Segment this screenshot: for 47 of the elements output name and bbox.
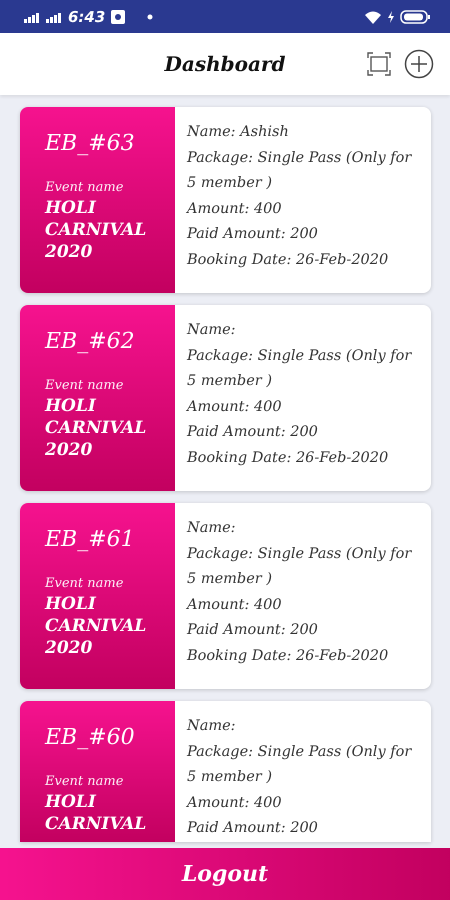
booking-id: EB_#60 [45,725,136,750]
booking-detail: Booking Date: 26-Feb-2020 [187,448,390,468]
dot-icon [147,14,154,20]
booking-id: EB_#61 [45,527,136,552]
event-label: Event name [45,774,124,789]
booking-detail: Package: Single Pass (Only for 5 member ) [187,148,413,193]
booking-detail: Package: Single Pass (Only for 5 member ) [187,544,413,589]
event-label: Event name [45,378,124,393]
page-title: Dashboard [164,52,286,76]
battery-icon [400,10,430,24]
booking-detail: Name: [187,321,237,340]
booking-detail: Booking Date: 26-Feb-2020 [187,646,390,666]
booking-detail: Amount: 400 [187,200,283,218]
booking-detail: Paid Amount: 200 [187,225,319,244]
event-name: HOLI CARNIVAL 2020 [45,395,148,461]
booking-detail: Amount: 400 [187,794,283,812]
event-name: HOLI CARNIVAL 2020 [45,593,148,659]
event-name: HOLI CARNIVAL 2020 [45,197,148,263]
booking-detail: Amount: 400 [187,398,283,416]
booking-id: EB_#63 [45,131,136,156]
booking-detail: Package: Single Pass (Only for 5 member ) [187,346,413,391]
event-name: HOLI CARNIVAL [45,791,148,835]
booking-detail: Amount: 400 [187,596,283,614]
booking-detail: Name: [187,519,237,538]
app-notification-icon [111,10,126,24]
add-icon[interactable] [404,49,434,79]
signal-icon [24,10,40,22]
booking-detail: Booking Date: 26-Feb-2020 [187,250,390,270]
logout-button[interactable]: Logout [0,848,450,900]
booking-detail: Name: Ashish [187,123,290,142]
booking-card[interactable]: EB_#60 Event name HOLI CARNIVAL Name: Package: Single Pass (Only for 5 member ) Amount: 400 Paid Amount: 200 [20,701,431,842]
event-label: Event name [45,576,124,591]
booking-detail: Paid Amount: 200 [187,423,319,442]
scan-icon[interactable] [366,51,392,77]
event-label: Event name [45,180,124,195]
booking-card[interactable]: EB_#63 Event name HOLI CARNIVAL 2020 Name: Ashish Package: Single Pass (Only for 5 member ) Amount: 400 Paid Amount: 200 Booking Date: 26-Feb-2020 [20,107,431,293]
booking-card[interactable]: EB_#61 Event name HOLI CARNIVAL 2020 Name: Package: Single Pass (Only for 5 member ) Amount: 400 Paid Amount: 200 Booking Date: 26-Feb-2020 [20,503,431,689]
booking-card[interactable]: EB_#62 Event name HOLI CARNIVAL 2020 Name: Package: Single Pass (Only for 5 member ) Amount: 400 Paid Amount: 200 Booking Date: 26-Feb-2020 [20,305,431,491]
status-time: 6:43 [68,8,106,26]
signal-icon [46,10,62,22]
booking-id: EB_#62 [45,329,136,354]
booking-detail: Package: Single Pass (Only for 5 member ) [187,742,413,787]
wifi-icon [364,10,382,24]
charging-icon [388,10,394,22]
booking-detail: Name: [187,717,237,736]
booking-detail: Paid Amount: 200 [187,819,319,838]
booking-detail: Paid Amount: 200 [187,621,319,640]
